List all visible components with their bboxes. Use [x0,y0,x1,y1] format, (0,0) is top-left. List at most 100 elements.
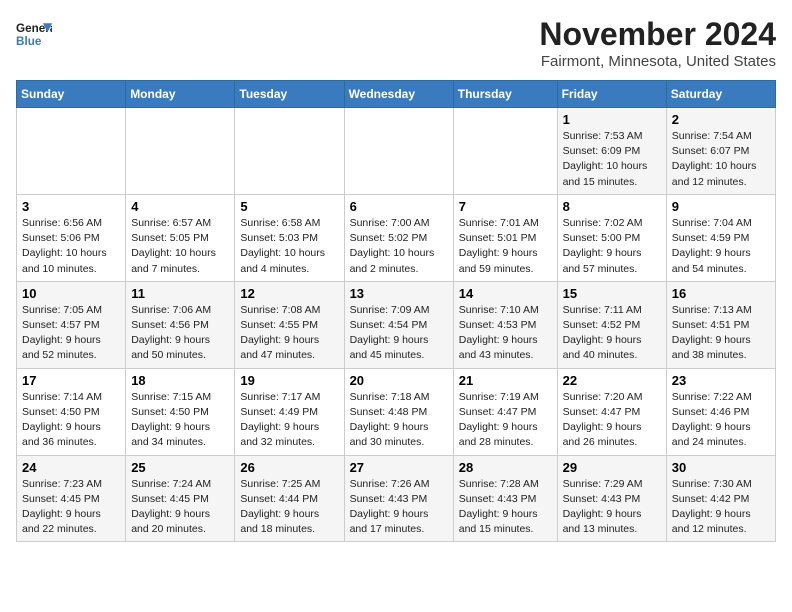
calendar-cell: 16 Sunrise: 7:13 AMSunset: 4:51 PMDayligh… [666,281,775,368]
calendar-cell: 29 Sunrise: 7:29 AMSunset: 4:43 PMDayligh… [557,455,666,542]
calendar-cell: 15Sunrise: 7:11 AMSunset: 4:52 PMDayligh… [557,281,666,368]
day-number: 19 [240,373,338,388]
day-info: Sunrise: 7:25 AMSunset: 4:44 PMDaylight:… [240,477,338,538]
day-info: Sunrise: 7:13 AMSunset: 4:51 PMDaylight:… [672,303,770,364]
title-area: November 2024 Fairmont, Minnesota, Unite… [539,16,776,70]
day-number: 25 [131,460,229,475]
day-number: 16 [672,286,770,301]
calendar-cell: 20Sunrise: 7:18 AMSunset: 4:48 PMDayligh… [344,368,453,455]
header-wednesday: Wednesday [344,81,453,108]
calendar-cell: 24 Sunrise: 7:23 AMSunset: 4:45 PMDayligh… [17,455,126,542]
logo-icon: General Blue [16,16,52,52]
calendar-table: Sunday Monday Tuesday Wednesday Thursday… [16,80,776,542]
calendar-week-row: 1 Sunrise: 7:53 AMSunset: 6:09 PMDaylight… [17,108,776,195]
day-number: 18 [131,373,229,388]
day-info: Sunrise: 7:05 AMSunset: 4:57 PMDaylight:… [22,303,120,364]
day-info: Sunrise: 7:15 AMSunset: 4:50 PMDaylight:… [131,390,229,451]
calendar-cell: 3 Sunrise: 6:56 AMSunset: 5:06 PMDaylight… [17,194,126,281]
calendar-cell: 12Sunrise: 7:08 AMSunset: 4:55 PMDayligh… [235,281,344,368]
calendar-cell: 5Sunrise: 6:58 AMSunset: 5:03 PMDaylight… [235,194,344,281]
day-number: 26 [240,460,338,475]
calendar-cell: 10 Sunrise: 7:05 AMSunset: 4:57 PMDayligh… [17,281,126,368]
day-info: Sunrise: 6:56 AMSunset: 5:06 PMDaylight:… [22,216,120,277]
header-sunday: Sunday [17,81,126,108]
header-thursday: Thursday [453,81,557,108]
header-friday: Friday [557,81,666,108]
day-number: 22 [563,373,661,388]
day-info: Sunrise: 7:17 AMSunset: 4:49 PMDaylight:… [240,390,338,451]
day-number: 13 [350,286,448,301]
calendar-cell: 27 Sunrise: 7:26 AMSunset: 4:43 PMDayligh… [344,455,453,542]
day-number: 3 [22,199,120,214]
day-info: Sunrise: 7:14 AMSunset: 4:50 PMDaylight:… [22,390,120,451]
calendar-cell: 26 Sunrise: 7:25 AMSunset: 4:44 PMDayligh… [235,455,344,542]
day-info: Sunrise: 7:11 AMSunset: 4:52 PMDaylight:… [563,303,661,364]
calendar-body: 1 Sunrise: 7:53 AMSunset: 6:09 PMDaylight… [17,108,776,542]
day-info: Sunrise: 7:24 AMSunset: 4:45 PMDaylight:… [131,477,229,538]
day-number: 27 [350,460,448,475]
day-info: Sunrise: 7:28 AMSunset: 4:43 PMDaylight:… [459,477,552,538]
day-number: 1 [563,112,661,127]
day-number: 24 [22,460,120,475]
day-info: Sunrise: 7:00 AMSunset: 5:02 PMDaylight:… [350,216,448,277]
calendar-cell: 17Sunrise: 7:14 AMSunset: 4:50 PMDayligh… [17,368,126,455]
day-info: Sunrise: 7:04 AMSunset: 4:59 PMDaylight:… [672,216,770,277]
calendar-cell: 18 Sunrise: 7:15 AMSunset: 4:50 PMDayligh… [126,368,235,455]
calendar-cell [344,108,453,195]
calendar-cell: 30 Sunrise: 7:30 AMSunset: 4:42 PMDayligh… [666,455,775,542]
header-saturday: Saturday [666,81,775,108]
day-info: Sunrise: 7:19 AMSunset: 4:47 PMDaylight:… [459,390,552,451]
calendar-cell: 22Sunrise: 7:20 AMSunset: 4:47 PMDayligh… [557,368,666,455]
day-number: 4 [131,199,229,214]
calendar-cell: 11Sunrise: 7:06 AMSunset: 4:56 PMDayligh… [126,281,235,368]
calendar-cell: 8 Sunrise: 7:02 AMSunset: 5:00 PMDaylight… [557,194,666,281]
day-number: 8 [563,199,661,214]
day-number: 7 [459,199,552,214]
weekday-header-row: Sunday Monday Tuesday Wednesday Thursday… [17,81,776,108]
logo: General Blue [16,16,56,52]
day-info: Sunrise: 6:57 AMSunset: 5:05 PMDaylight:… [131,216,229,277]
day-info: Sunrise: 7:10 AMSunset: 4:53 PMDaylight:… [459,303,552,364]
calendar-cell: 14Sunrise: 7:10 AMSunset: 4:53 PMDayligh… [453,281,557,368]
calendar-cell: 25 Sunrise: 7:24 AMSunset: 4:45 PMDayligh… [126,455,235,542]
day-info: Sunrise: 7:02 AMSunset: 5:00 PMDaylight:… [563,216,661,277]
day-number: 12 [240,286,338,301]
day-number: 30 [672,460,770,475]
calendar-cell: 9 Sunrise: 7:04 AMSunset: 4:59 PMDaylight… [666,194,775,281]
day-info: Sunrise: 7:53 AMSunset: 6:09 PMDaylight:… [563,129,661,190]
day-number: 21 [459,373,552,388]
calendar-cell: 4 Sunrise: 6:57 AMSunset: 5:05 PMDaylight… [126,194,235,281]
header-area: General Blue November 2024 Fairmont, Min… [16,16,776,70]
day-info: Sunrise: 7:29 AMSunset: 4:43 PMDaylight:… [563,477,661,538]
svg-text:Blue: Blue [16,35,42,48]
day-info: Sunrise: 7:01 AMSunset: 5:01 PMDaylight:… [459,216,552,277]
calendar-cell [453,108,557,195]
calendar-cell: 19 Sunrise: 7:17 AMSunset: 4:49 PMDayligh… [235,368,344,455]
day-number: 5 [240,199,338,214]
day-number: 28 [459,460,552,475]
day-number: 29 [563,460,661,475]
calendar-cell: 21 Sunrise: 7:19 AMSunset: 4:47 PMDayligh… [453,368,557,455]
calendar-cell: 13Sunrise: 7:09 AMSunset: 4:54 PMDayligh… [344,281,453,368]
subtitle: Fairmont, Minnesota, United States [539,53,776,70]
calendar-cell [17,108,126,195]
day-number: 10 [22,286,120,301]
calendar-header: Sunday Monday Tuesday Wednesday Thursday… [17,81,776,108]
main-title: November 2024 [539,16,776,53]
day-info: Sunrise: 7:30 AMSunset: 4:42 PMDaylight:… [672,477,770,538]
day-number: 2 [672,112,770,127]
calendar-cell: 1 Sunrise: 7:53 AMSunset: 6:09 PMDaylight… [557,108,666,195]
calendar-week-row: 17Sunrise: 7:14 AMSunset: 4:50 PMDayligh… [17,368,776,455]
calendar-week-row: 3 Sunrise: 6:56 AMSunset: 5:06 PMDaylight… [17,194,776,281]
calendar-week-row: 10 Sunrise: 7:05 AMSunset: 4:57 PMDayligh… [17,281,776,368]
day-number: 9 [672,199,770,214]
calendar-cell: 7 Sunrise: 7:01 AMSunset: 5:01 PMDaylight… [453,194,557,281]
day-info: Sunrise: 7:23 AMSunset: 4:45 PMDaylight:… [22,477,120,538]
day-number: 23 [672,373,770,388]
day-info: Sunrise: 7:18 AMSunset: 4:48 PMDaylight:… [350,390,448,451]
day-info: Sunrise: 7:06 AMSunset: 4:56 PMDaylight:… [131,303,229,364]
calendar-cell: 6 Sunrise: 7:00 AMSunset: 5:02 PMDaylight… [344,194,453,281]
calendar-cell: 2Sunrise: 7:54 AMSunset: 6:07 PMDaylight… [666,108,775,195]
day-info: Sunrise: 7:26 AMSunset: 4:43 PMDaylight:… [350,477,448,538]
day-number: 6 [350,199,448,214]
